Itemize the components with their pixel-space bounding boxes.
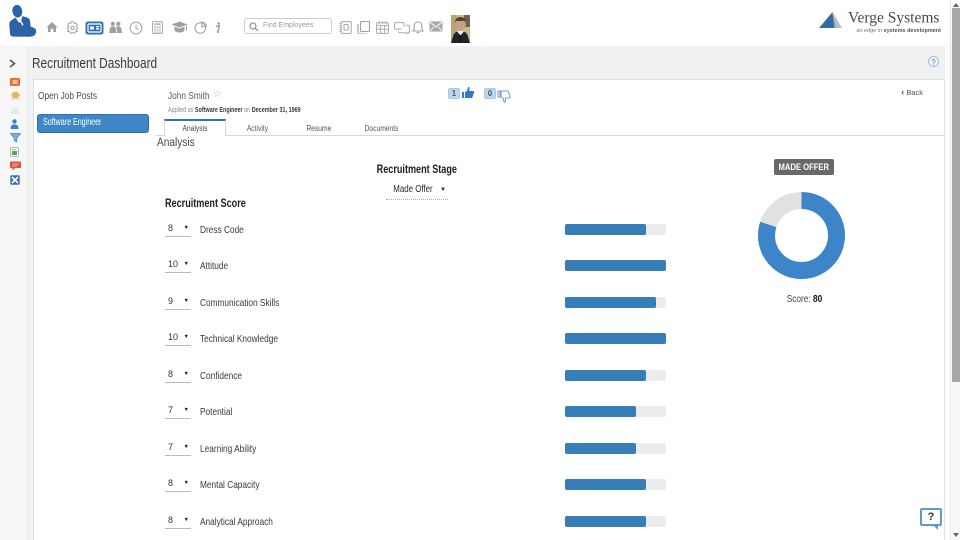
svg-text:Verge Systems: Verge Systems [848,10,939,27]
svg-text:an edge in systems development: an edge in systems development [856,28,941,34]
